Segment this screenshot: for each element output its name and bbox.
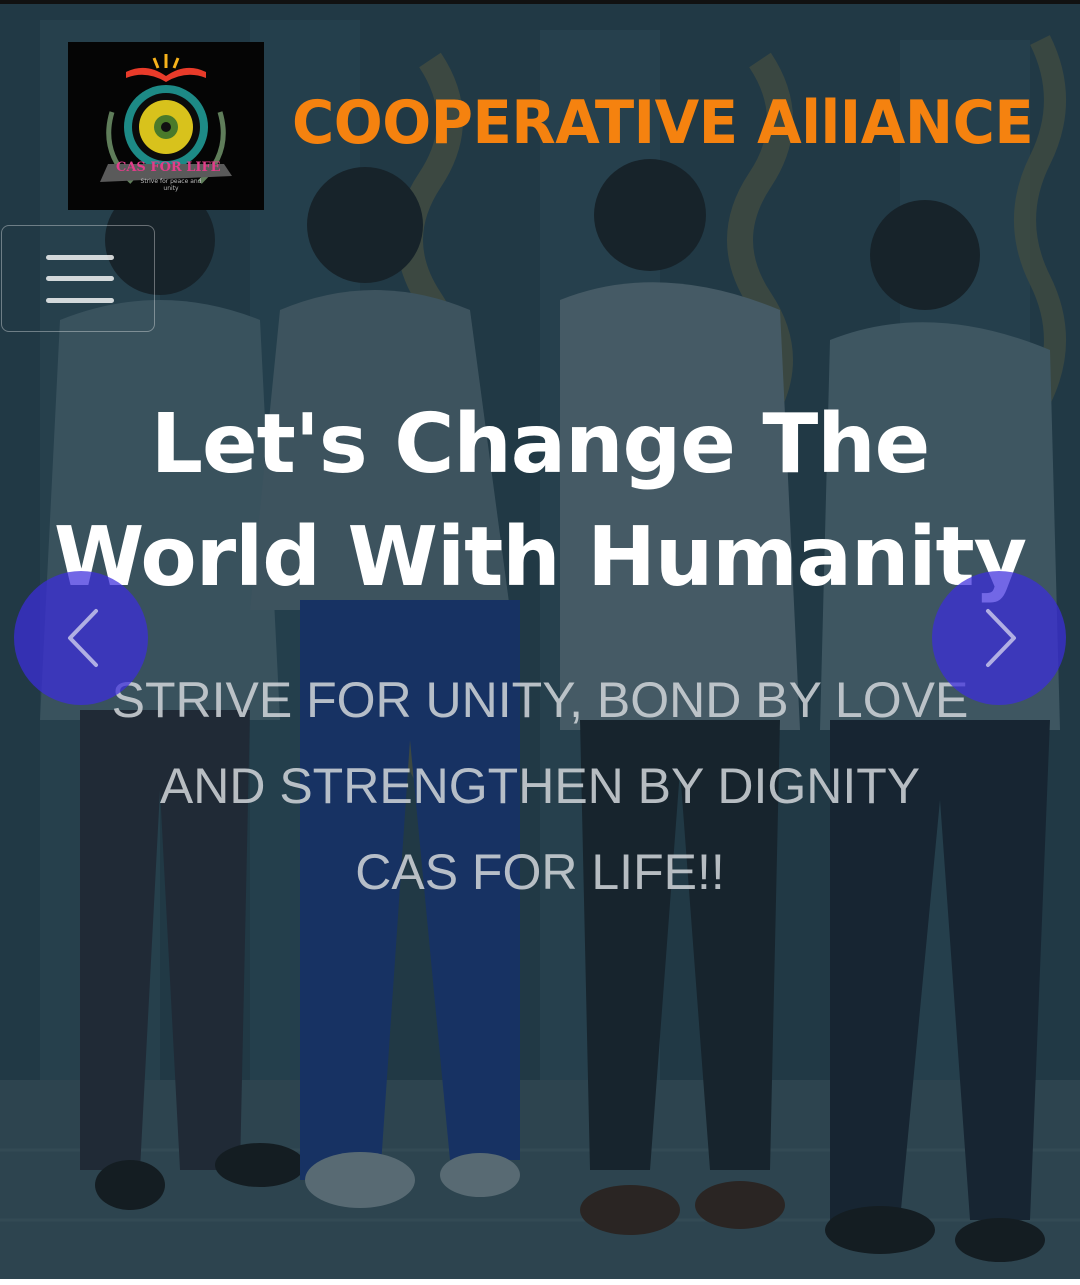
hero-subtitle-line-3: CAS FOR LIFE!!	[355, 844, 725, 900]
logo-motto: Strive for peace and unity	[140, 178, 202, 192]
hero-subtitle-line-2: AND STRENGTHEN BY DIGNITY	[159, 758, 921, 814]
carousel-next-button[interactable]	[932, 571, 1066, 705]
logo-text: CAS FOR LIFE	[116, 160, 221, 175]
site-logo[interactable]: CAS FOR LIFE Strive for peace and unity	[68, 42, 264, 210]
hero-headline-line-1: Let's Change The	[150, 397, 931, 492]
hero-section: CAS FOR LIFE Strive for peace and unity …	[0, 0, 1080, 1285]
chevron-right-icon	[986, 609, 1016, 667]
carousel-prev-button[interactable]	[14, 571, 148, 705]
menu-toggle-button[interactable]	[1, 225, 155, 332]
hero-headline-line-2: World With Humanity	[53, 510, 1027, 605]
brand-title[interactable]: COOPERATIVE AllIANCE	[292, 88, 1048, 158]
hero-subtitle: STRIVE FOR UNITY, BOND BY LOVE AND STREN…	[0, 657, 1080, 915]
bottom-border	[0, 1279, 1080, 1285]
top-border	[0, 0, 1080, 4]
chevron-left-icon	[68, 609, 98, 667]
hero-headline: Let's Change The World With Humanity	[0, 388, 1080, 614]
hero-subtitle-line-1: STRIVE FOR UNITY, BOND BY LOVE	[111, 672, 969, 728]
